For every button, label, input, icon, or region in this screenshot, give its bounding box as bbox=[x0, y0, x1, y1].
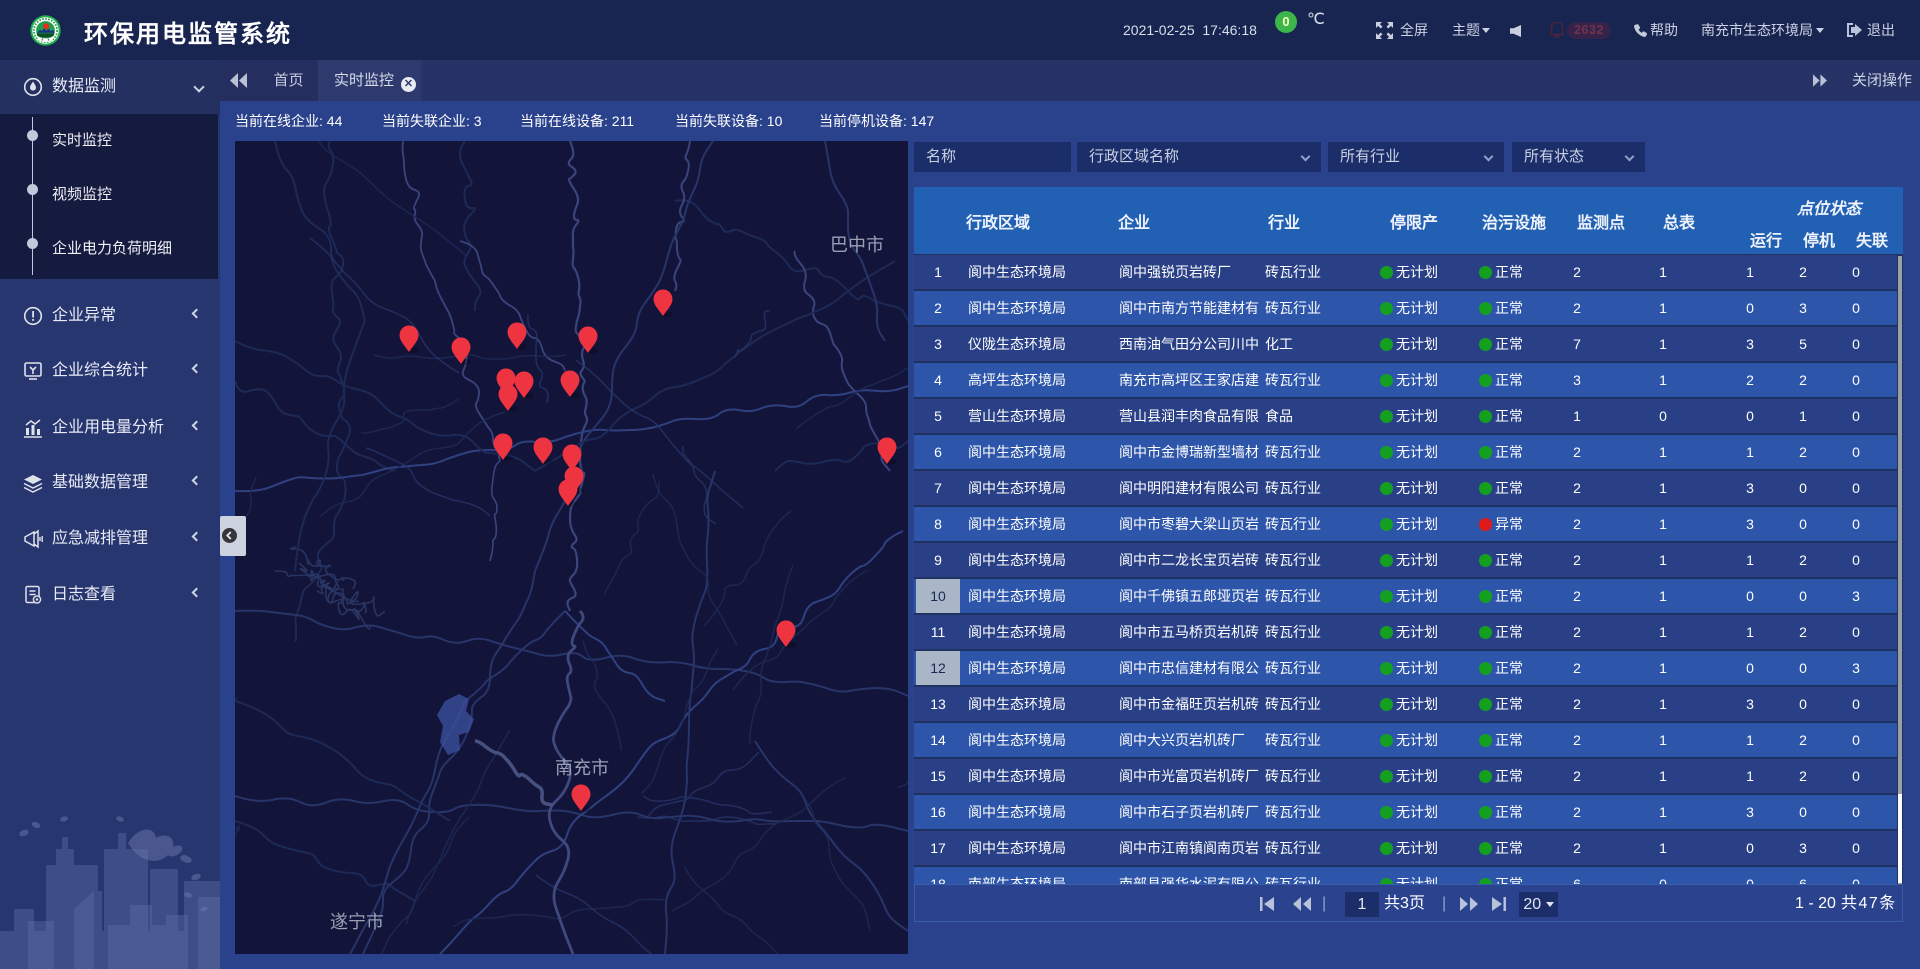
svg-text:南充市: 南充市 bbox=[555, 758, 609, 778]
svg-text:遂宁市: 遂宁市 bbox=[330, 912, 384, 932]
svg-text:巴中市: 巴中市 bbox=[830, 235, 884, 255]
